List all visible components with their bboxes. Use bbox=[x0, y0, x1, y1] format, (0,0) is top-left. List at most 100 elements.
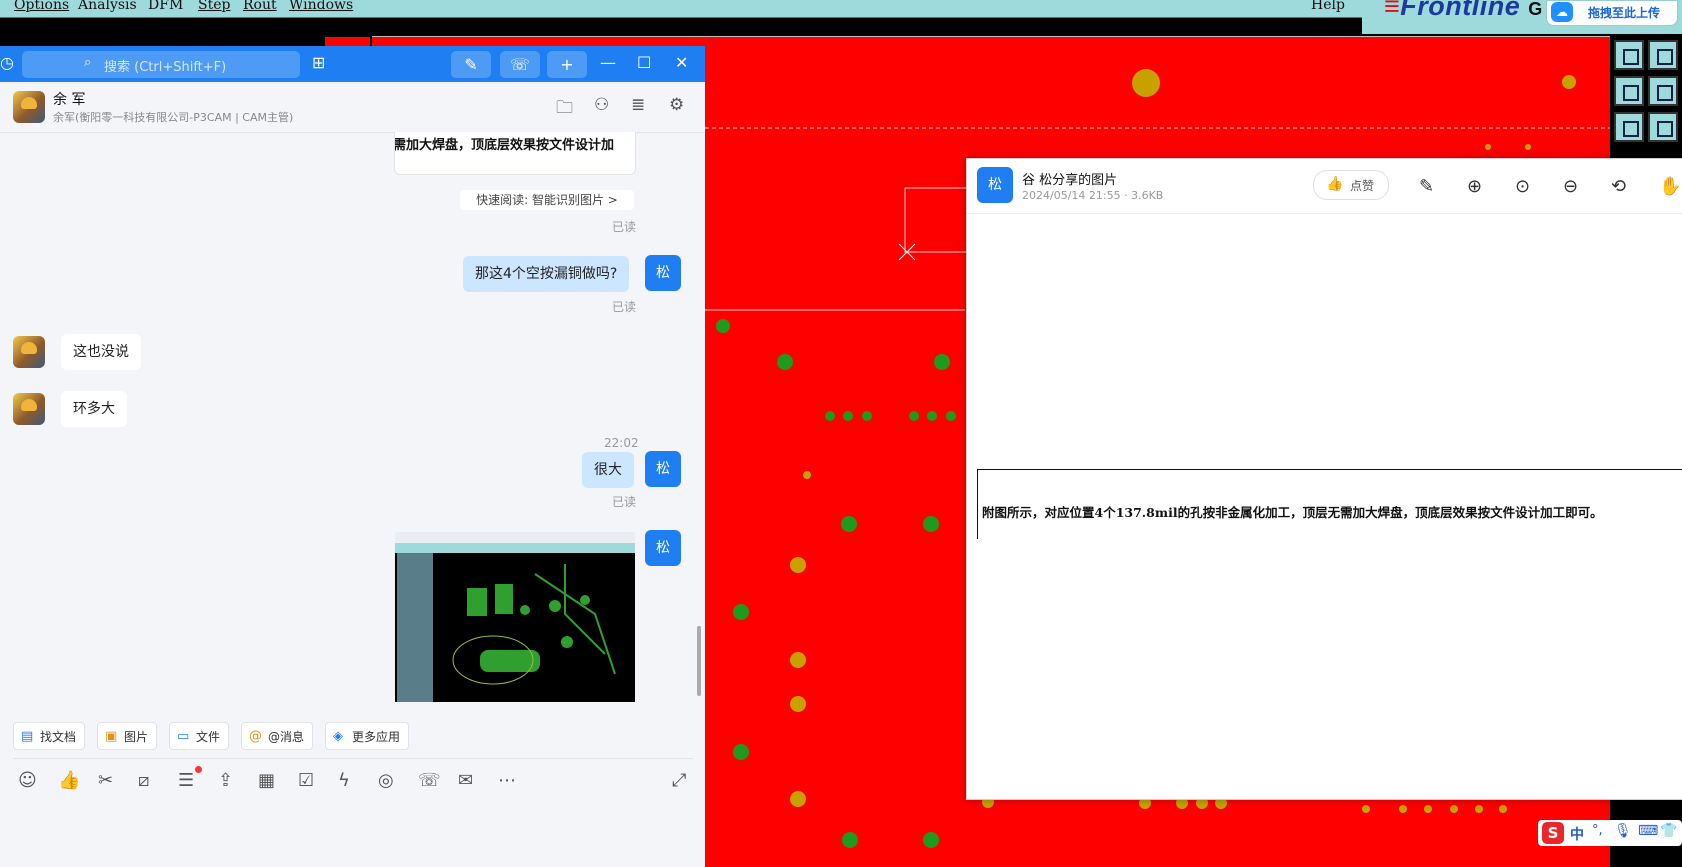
search-icon: ⌕ bbox=[84, 55, 92, 70]
add-button[interactable]: + bbox=[547, 51, 587, 78]
phone-icon[interactable]: ☏ bbox=[418, 770, 441, 791]
hand-icon[interactable]: ✋ bbox=[1659, 176, 1681, 197]
keyboard-icon[interactable]: ⌨ bbox=[1638, 823, 1658, 839]
quick-read-link[interactable]: 快速阅读: 智能识别图片 > bbox=[460, 190, 634, 210]
read-status: 已读 bbox=[612, 300, 637, 314]
cam-layer-strip bbox=[0, 34, 1682, 47]
skin-icon[interactable]: 👕 bbox=[1660, 823, 1677, 839]
menu-dfm[interactable]: DFM bbox=[148, 0, 183, 13]
folder-icon: ▭ bbox=[177, 729, 190, 744]
read-status: 已读 bbox=[612, 495, 637, 509]
sharer-avatar[interactable]: 松 bbox=[977, 167, 1013, 203]
magic-wand-icon[interactable]: ✎ bbox=[1419, 176, 1434, 197]
chip-more-apps[interactable]: ◈ 更多应用 bbox=[325, 722, 410, 750]
cam-menubar: Options Analysis DFM Step Rout Windows H… bbox=[0, 0, 1362, 18]
expand-icon[interactable]: ⤢ bbox=[672, 770, 686, 791]
toolbar-button-5[interactable] bbox=[1614, 112, 1644, 142]
toolbar-button-6[interactable] bbox=[1648, 112, 1678, 142]
scrollbar[interactable] bbox=[697, 626, 701, 696]
check-icon[interactable]: ☑ bbox=[298, 770, 314, 791]
slash-command-icon[interactable]: ⧄ bbox=[138, 770, 149, 791]
menu-help[interactable]: Help bbox=[1311, 0, 1345, 13]
chip-mention[interactable]: @ @消息 bbox=[241, 722, 314, 750]
toolbar-button-3[interactable] bbox=[1614, 76, 1644, 106]
search-input[interactable]: ⌕ 搜索 (Ctrl+Shift+F) bbox=[22, 51, 300, 78]
image-thumbnail[interactable] bbox=[395, 532, 635, 702]
mail-icon[interactable]: ✉ bbox=[458, 770, 473, 791]
more-icon[interactable]: ⋯ bbox=[498, 770, 516, 791]
image-viewer-window: 松 谷 松分享的图片 2024/05/14 21:55 · 3.6KB 👍 点赞… bbox=[966, 158, 1682, 800]
search-history-icon[interactable]: ≣ bbox=[631, 95, 645, 115]
message-time: 22:02 bbox=[604, 436, 639, 450]
close-icon[interactable]: ✕ bbox=[675, 55, 688, 71]
viewer-meta: 2024/05/14 21:55 · 3.6KB bbox=[1022, 189, 1164, 202]
menu-rout[interactable]: Rout bbox=[243, 0, 277, 13]
todo-icon[interactable]: ☰ bbox=[178, 770, 194, 791]
avatar[interactable] bbox=[13, 336, 45, 368]
message-bubble-out[interactable]: 那这4个空按漏铜做吗? bbox=[463, 256, 630, 292]
lightning-icon[interactable]: ϟ bbox=[338, 770, 350, 791]
chat-window: ◷ ⌕ 搜索 (Ctrl+Shift+F) ⊞ ✎ ☏ + — ☐ ✕ 余 军 … bbox=[0, 46, 705, 867]
like-button[interactable]: 👍 点赞 bbox=[1313, 170, 1389, 200]
my-avatar[interactable]: 松 bbox=[645, 255, 681, 291]
toolbar-button-4[interactable] bbox=[1648, 76, 1678, 106]
read-status: 已读 bbox=[612, 220, 637, 234]
chip-file[interactable]: ▭ 文件 bbox=[169, 722, 230, 750]
contact-subtitle: 余军(衡阳零一科技有限公司-P3CAM | CAM主管) bbox=[53, 111, 294, 124]
image-line bbox=[977, 469, 978, 539]
avatar[interactable] bbox=[13, 393, 45, 425]
ai-assistant-button[interactable]: ✎ bbox=[451, 51, 491, 78]
apps-icon: ◈ bbox=[333, 729, 343, 744]
microphone-icon[interactable]: 🎙 bbox=[1614, 823, 1632, 839]
rotate-icon[interactable]: ⟲ bbox=[1611, 176, 1626, 197]
thumbs-up-icon[interactable]: 👍 bbox=[58, 770, 80, 791]
history-icon[interactable]: ◷ bbox=[0, 55, 14, 71]
chip-find-doc[interactable]: ▤ 找文档 bbox=[13, 722, 86, 750]
viewer-title: 谷 松分享的图片 bbox=[1022, 173, 1118, 188]
message-bubble-out[interactable]: 很大 bbox=[582, 452, 634, 488]
maximize-icon[interactable]: ☐ bbox=[637, 55, 651, 71]
zoom-in-icon[interactable]: ⊕ bbox=[1467, 176, 1482, 197]
gear-icon[interactable]: ⚙ bbox=[669, 95, 684, 115]
scissors-icon[interactable]: ✂ bbox=[98, 770, 113, 791]
toolbar-button-2[interactable] bbox=[1648, 40, 1678, 70]
menu-options[interactable]: Options bbox=[14, 0, 69, 13]
calendar-icon[interactable]: ▦ bbox=[258, 770, 275, 791]
contact-header: 余 军 余军(衡阳零一科技有限公司-P3CAM | CAM主管) 🗀 ⚇ ≣ ⚙ bbox=[0, 82, 705, 133]
menu-windows[interactable]: Windows bbox=[289, 0, 353, 13]
message-bubble-in[interactable]: 环多大 bbox=[61, 391, 127, 427]
apps-grid-icon[interactable]: ⊞ bbox=[312, 55, 325, 71]
emoji-icon[interactable]: ☺ bbox=[18, 770, 37, 791]
shared-image-text: 附图所示，对应位置4个137.8mil的孔按非金属化加工，顶层无需加大焊盘，顶底… bbox=[982, 505, 1603, 520]
menu-step[interactable]: Step bbox=[198, 0, 230, 13]
ime-toolbar[interactable]: S 中 °, 🎙 ⌨ 👕 bbox=[1538, 820, 1682, 846]
image-line bbox=[977, 469, 1682, 470]
folder-icon[interactable]: 🗀 bbox=[556, 95, 573, 124]
chat-title-bar: ◷ ⌕ 搜索 (Ctrl+Shift+F) ⊞ ✎ ☏ + — ☐ ✕ bbox=[0, 46, 705, 82]
add-user-icon[interactable]: ⚇ bbox=[594, 95, 609, 115]
ime-mode[interactable]: 中 bbox=[1570, 824, 1584, 844]
zoom-out-icon[interactable]: ⊖ bbox=[1563, 176, 1578, 197]
original-size-icon[interactable]: ⊙ bbox=[1515, 176, 1530, 197]
cloud-icon: ☁ bbox=[1551, 2, 1573, 22]
toolbar-button-1[interactable] bbox=[1614, 40, 1644, 70]
document-icon: ▤ bbox=[21, 729, 34, 744]
menu-analysis[interactable]: Analysis bbox=[78, 0, 137, 13]
quoted-image-card[interactable]: 需加大焊盘，顶底层效果按文件设计加 bbox=[394, 132, 636, 175]
call-button[interactable]: ☏ bbox=[500, 51, 540, 78]
avatar[interactable] bbox=[13, 91, 45, 123]
thumbs-up-icon: 👍 bbox=[1326, 176, 1344, 192]
chip-image[interactable]: ▣ 图片 bbox=[97, 722, 158, 750]
divider bbox=[13, 758, 693, 759]
minimize-icon[interactable]: — bbox=[600, 55, 616, 71]
message-bubble-in[interactable]: 这也没说 bbox=[61, 334, 141, 370]
upload-icon[interactable]: ⇪ bbox=[218, 770, 233, 791]
my-avatar[interactable]: 松 bbox=[645, 530, 681, 566]
notification-dot bbox=[195, 766, 202, 773]
upload-drop-button[interactable]: ☁ 拖拽至此上传 bbox=[1546, 0, 1678, 26]
ime-logo-icon: S bbox=[1542, 822, 1564, 844]
my-avatar[interactable]: 松 bbox=[645, 451, 681, 487]
punctuation-icon[interactable]: °, bbox=[1592, 823, 1603, 838]
video-call-icon[interactable]: ◎ bbox=[378, 770, 394, 791]
image-icon: ▣ bbox=[105, 729, 118, 744]
